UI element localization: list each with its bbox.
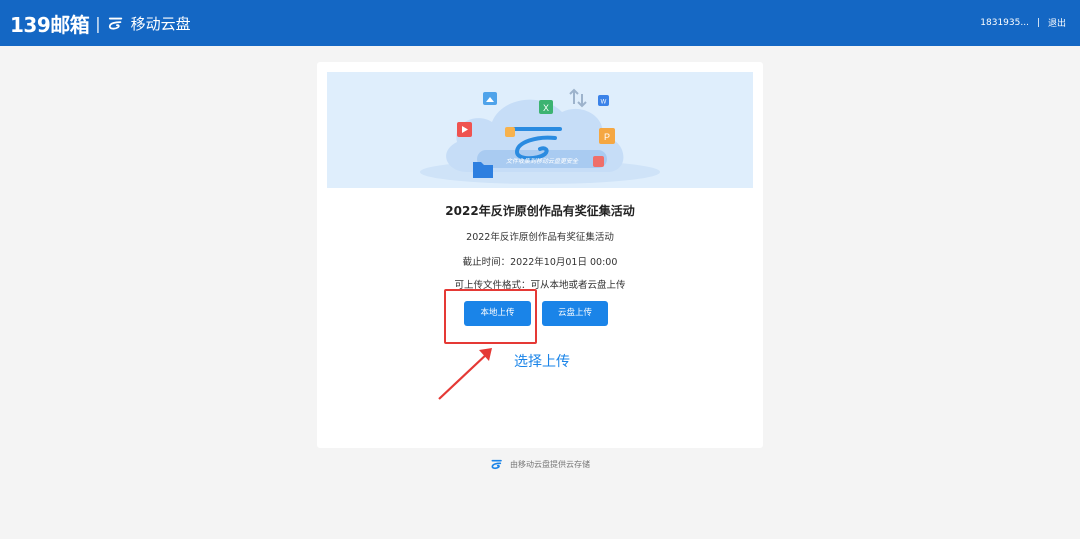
cloud-upload-button[interactable]: 云盘上传 [542, 301, 608, 326]
cloud-logo-icon [108, 17, 122, 30]
user-account[interactable]: 1831935... [980, 18, 1029, 28]
logout-link[interactable]: 退出 [1048, 16, 1066, 29]
cloud-logo-icon [491, 459, 502, 470]
user-area: 1831935... | 退出 [980, 16, 1066, 30]
svg-text:W: W [601, 100, 607, 106]
svg-text:X: X [543, 103, 549, 113]
brand-139-mail: 139邮箱 [10, 12, 90, 37]
deadline-text: 截止时间：2022年10月01日 00:00 [462, 257, 618, 268]
file-format-text: 可上传文件格式：可从本地或者云盘上传 [454, 280, 626, 291]
upload-card: X W P 文件收集到移动云盘更安全 2022年反诈原创作品有奖征集活动 202… [317, 62, 763, 448]
brand-separator: | [95, 13, 101, 33]
footer: 由移动云盘提供云存储 [0, 458, 1080, 470]
annotation-text: 选择上传 [514, 354, 570, 370]
cloud-illustration: X W P [420, 88, 660, 184]
annotation-arrow-icon [438, 348, 492, 400]
banner-text: 文件收集到移动云盘更安全 [505, 158, 578, 165]
activity-title: 2022年反诈原创作品有奖征集活动 [445, 204, 635, 218]
user-separator: | [1036, 17, 1040, 28]
zip-file-icon [505, 127, 515, 137]
svg-text:P: P [604, 132, 610, 142]
top-bar: 139邮箱 | 移动云盘 1831935... | 退出 [0, 0, 1080, 46]
banner-illustration: X W P 文件收集到移动云盘更安全 [327, 72, 753, 188]
brand-cloud-pan: 移动云盘 [130, 14, 191, 33]
brand-logo[interactable]: 139邮箱 | 移动云盘 [10, 9, 191, 37]
local-upload-button[interactable]: 本地上传 [464, 301, 531, 326]
activity-subtitle: 2022年反诈原创作品有奖征集活动 [466, 232, 614, 243]
footer-text: 由移动云盘提供云存储 [510, 459, 590, 469]
transfer-arrows-icon [569, 88, 587, 108]
